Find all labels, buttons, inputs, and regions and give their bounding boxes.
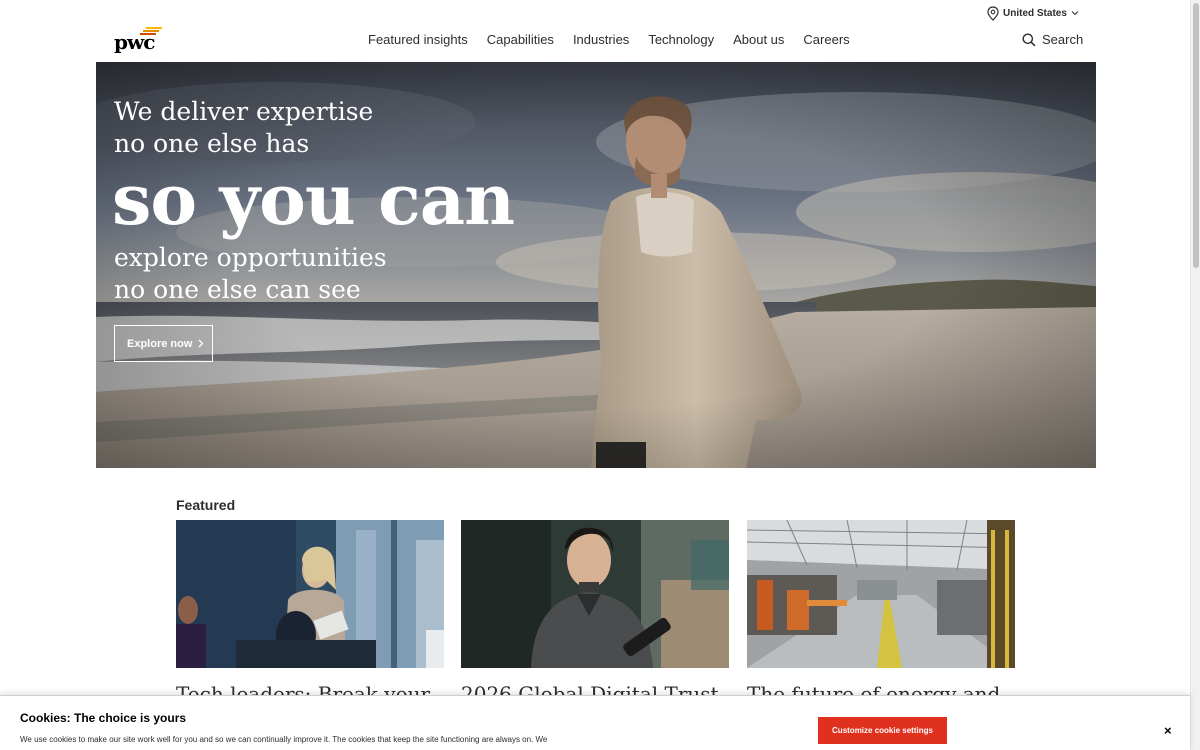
search-label: Search bbox=[1042, 32, 1084, 47]
featured-card-image-1[interactable] bbox=[176, 520, 444, 668]
pwc-homepage: pwc United States Featured insights Capa… bbox=[0, 0, 1200, 750]
search-icon bbox=[1022, 33, 1036, 47]
main-nav: Featured insights Capabilities Industrie… bbox=[368, 32, 869, 47]
nav-about-us[interactable]: About us bbox=[733, 32, 784, 47]
locale-selector[interactable]: United States bbox=[987, 5, 1079, 21]
hero-line-1: We deliver expertise bbox=[114, 97, 374, 126]
page-scrollbar[interactable] bbox=[1190, 0, 1200, 750]
search-button[interactable]: Search bbox=[1022, 32, 1083, 47]
nav-capabilities[interactable]: Capabilities bbox=[487, 32, 554, 47]
hero-emphasis: so you can bbox=[112, 158, 515, 241]
location-pin-icon bbox=[987, 5, 999, 21]
customize-cookie-settings-button[interactable]: Customize cookie settings bbox=[818, 717, 947, 744]
meeting-photo bbox=[176, 520, 444, 668]
featured-heading: Featured bbox=[176, 497, 236, 513]
hero-line-2: no one else has bbox=[114, 129, 310, 158]
woman-tablet-photo bbox=[461, 520, 729, 668]
explore-now-button[interactable]: Explore now bbox=[114, 325, 213, 362]
cookie-title: Cookies: The choice is yours bbox=[20, 711, 187, 725]
site-header: pwc United States Featured insights Capa… bbox=[0, 0, 1190, 62]
featured-card-image-3[interactable] bbox=[747, 520, 1015, 668]
factory-floor-photo bbox=[747, 520, 1015, 668]
chevron-down-icon bbox=[1071, 11, 1079, 16]
chevron-right-icon bbox=[198, 339, 204, 348]
nav-technology[interactable]: Technology bbox=[648, 32, 714, 47]
cookie-description: We use cookies to make our site work wel… bbox=[20, 735, 548, 744]
logo-wordmark: pwc bbox=[114, 30, 155, 54]
scrollbar-thumb[interactable] bbox=[1193, 3, 1199, 268]
close-icon[interactable]: × bbox=[1164, 724, 1172, 737]
hero-line-4: no one else can see bbox=[114, 275, 361, 304]
hero-line-3: explore opportunities bbox=[114, 243, 387, 272]
featured-card-image-2[interactable] bbox=[461, 520, 729, 668]
pwc-logo[interactable]: pwc bbox=[114, 27, 162, 54]
nav-careers[interactable]: Careers bbox=[803, 32, 849, 47]
locale-label: United States bbox=[1003, 7, 1067, 19]
nav-industries[interactable]: Industries bbox=[573, 32, 629, 47]
hero-headline: We deliver expertise no one else has so … bbox=[112, 96, 515, 306]
nav-featured-insights[interactable]: Featured insights bbox=[368, 32, 468, 47]
cookie-banner: Cookies: The choice is yours We use cook… bbox=[0, 695, 1190, 750]
hero-banner: We deliver expertise no one else has so … bbox=[96, 62, 1096, 468]
explore-now-label: Explore now bbox=[127, 337, 193, 350]
